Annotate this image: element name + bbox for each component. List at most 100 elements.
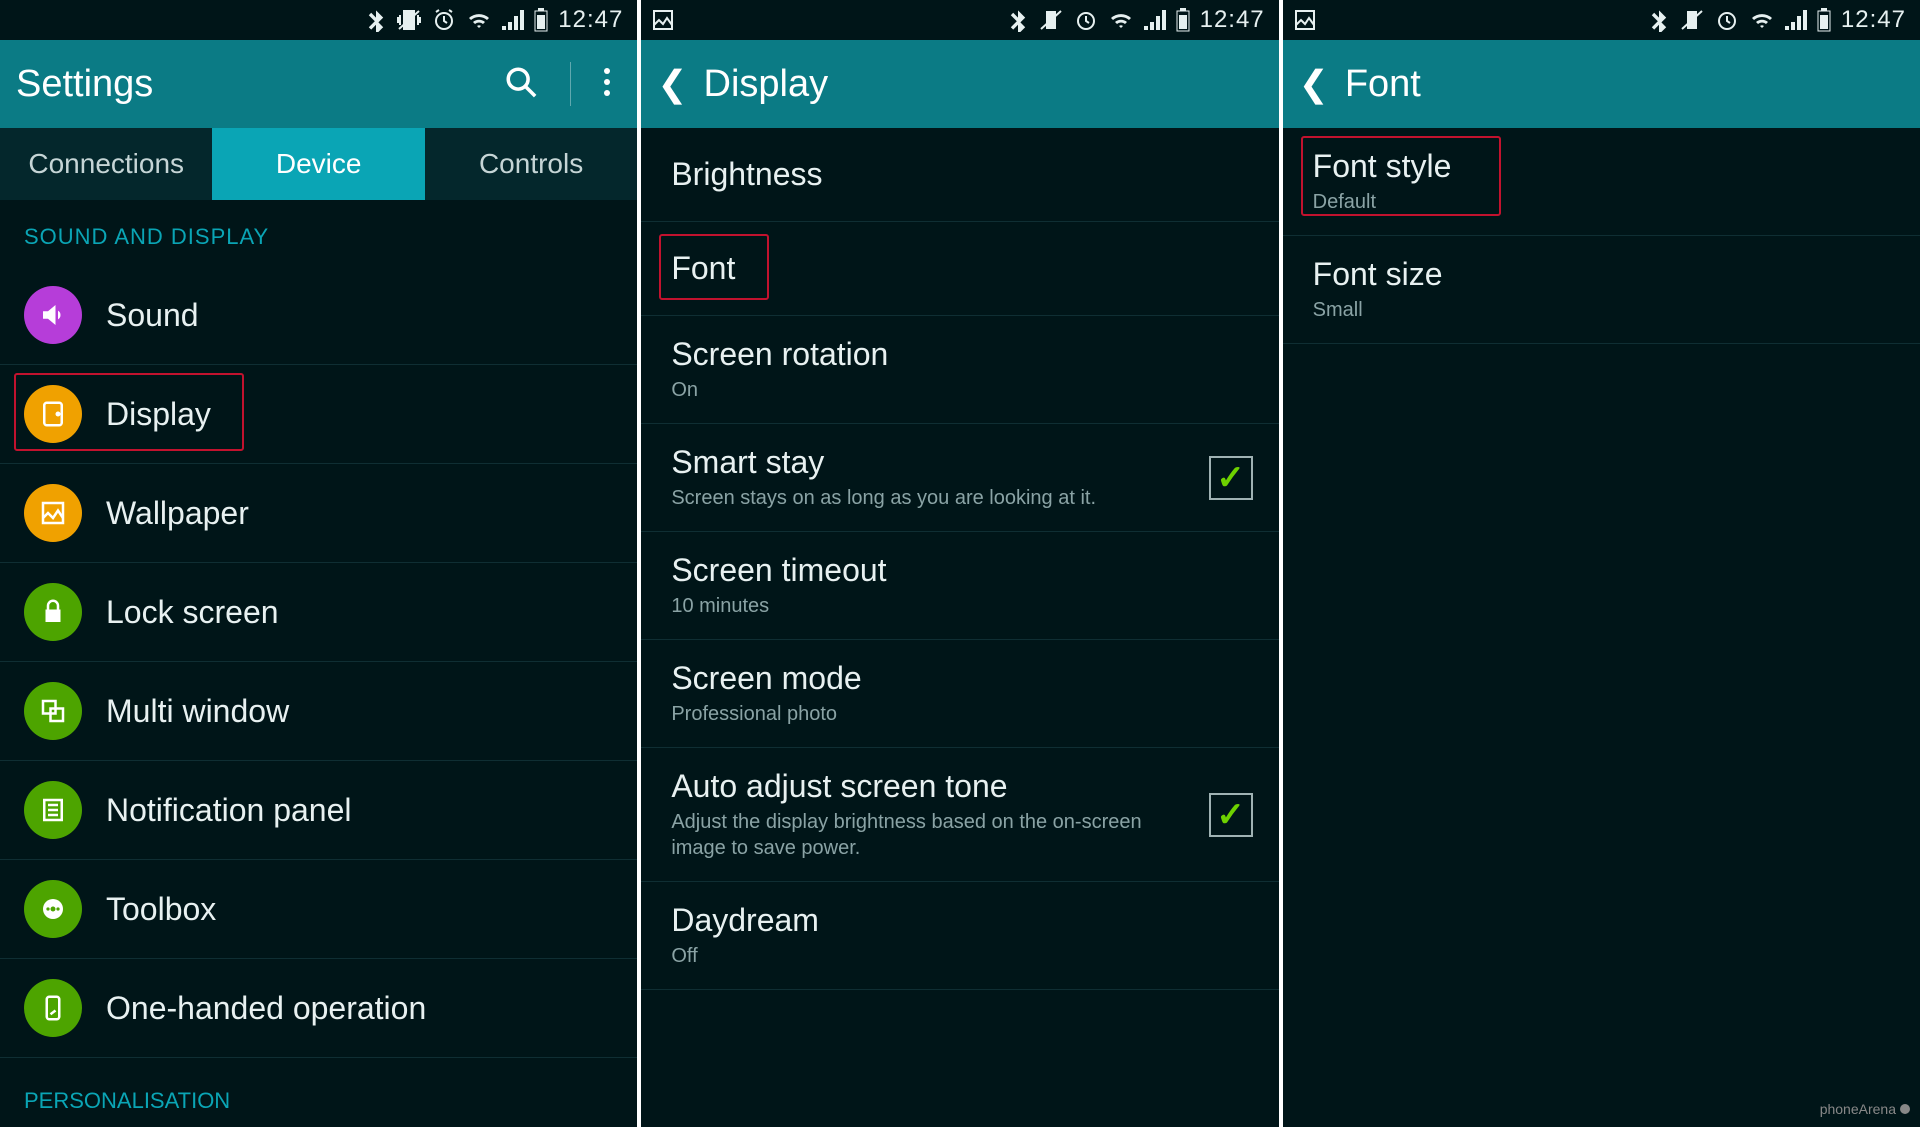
lock-icon (24, 583, 82, 641)
row-label: Daydream (671, 902, 1258, 939)
vibrate-icon (396, 9, 422, 31)
row-label: Font (671, 250, 1258, 287)
row-sub: Small (1313, 297, 1900, 323)
row-label: Lock screen (106, 594, 617, 631)
checkbox-smart-stay[interactable]: ✓ (1209, 456, 1253, 500)
screen-font: 12:47 ❮ Font Font style Default Font siz… (1283, 0, 1920, 1127)
screen-display: 12:47 ❮ Display Brightness Font Screen r… (641, 0, 1278, 1127)
row-multi-window[interactable]: Multi window (0, 662, 637, 761)
back-button[interactable]: ❮ Font (1299, 63, 1421, 106)
row-label: Screen mode (671, 660, 1258, 697)
row-toolbox[interactable]: Toolbox (0, 860, 637, 959)
status-clock: 12:47 (558, 6, 623, 34)
bluetooth-icon (1008, 8, 1028, 32)
toolbox-icon (24, 880, 82, 938)
vibrate-icon (1038, 9, 1064, 31)
row-sub: Adjust the display brightness based on t… (671, 809, 1184, 861)
back-button[interactable]: ❮ Display (657, 63, 828, 106)
tab-controls[interactable]: Controls (425, 128, 637, 200)
row-label: Brightness (671, 156, 1258, 193)
alarm-icon (1715, 8, 1739, 32)
signal-icon (502, 10, 524, 30)
chevron-left-icon: ❮ (657, 63, 687, 105)
row-font[interactable]: Font (641, 222, 1278, 316)
multiwindow-icon (24, 682, 82, 740)
status-clock: 12:47 (1841, 6, 1906, 34)
display-list: Brightness Font Screen rotation On Smart… (641, 128, 1278, 990)
row-wallpaper[interactable]: Wallpaper (0, 464, 637, 563)
notification-icon (24, 781, 82, 839)
search-icon[interactable] (494, 65, 548, 104)
row-label: Screen timeout (671, 552, 1258, 589)
gallery-icon (1293, 8, 1317, 32)
row-sub: Default (1313, 189, 1900, 215)
watermark-dot-icon (1900, 1104, 1910, 1114)
row-screen-rotation[interactable]: Screen rotation On (641, 316, 1278, 424)
onehand-icon (24, 979, 82, 1037)
row-notification-panel[interactable]: Notification panel (0, 761, 637, 860)
row-brightness[interactable]: Brightness (641, 128, 1278, 222)
row-sub: Screen stays on as long as you are looki… (671, 485, 1184, 511)
appbar-settings: Settings (0, 40, 637, 128)
status-clock: 12:47 (1200, 6, 1265, 34)
page-title: Settings (16, 63, 476, 106)
appbar-font: ❮ Font (1283, 40, 1920, 128)
row-screen-timeout[interactable]: Screen timeout 10 minutes (641, 532, 1278, 640)
wifi-icon (1108, 10, 1134, 30)
row-font-size[interactable]: Font size Small (1283, 236, 1920, 344)
row-sound[interactable]: Sound (0, 266, 637, 365)
row-label: Smart stay (671, 444, 1184, 481)
vibrate-icon (1679, 9, 1705, 31)
tab-connections[interactable]: Connections (0, 128, 212, 200)
alarm-icon (432, 8, 456, 32)
appbar-display: ❮ Display (641, 40, 1278, 128)
battery-icon (534, 8, 548, 32)
page-title: Display (704, 63, 829, 106)
row-label: Sound (106, 297, 617, 334)
page-title: Font (1345, 63, 1421, 106)
gallery-icon (651, 8, 675, 32)
battery-icon (1176, 8, 1190, 32)
bluetooth-icon (1649, 8, 1669, 32)
checkbox-auto-adjust[interactable]: ✓ (1209, 793, 1253, 837)
status-bar: 12:47 (0, 0, 637, 40)
row-display[interactable]: Display (0, 365, 637, 464)
signal-icon (1144, 10, 1166, 30)
row-auto-adjust-tone[interactable]: Auto adjust screen tone Adjust the displ… (641, 748, 1278, 882)
wifi-icon (466, 10, 492, 30)
row-label: Font size (1313, 256, 1900, 293)
screen-settings: 12:47 Settings Connections Device Contro… (0, 0, 637, 1127)
alarm-icon (1074, 8, 1098, 32)
wallpaper-icon (24, 484, 82, 542)
font-list: Font style Default Font size Small (1283, 128, 1920, 344)
row-label: Notification panel (106, 792, 617, 829)
battery-icon (1817, 8, 1831, 32)
row-label: Auto adjust screen tone (671, 768, 1184, 805)
row-daydream[interactable]: Daydream Off (641, 882, 1278, 990)
row-label: Wallpaper (106, 495, 617, 532)
section-header-personalisation: PERSONALISATION (0, 1058, 637, 1120)
overflow-menu-icon[interactable] (593, 67, 621, 102)
section-header-sound-display: SOUND AND DISPLAY (0, 200, 637, 266)
row-sub: Off (671, 943, 1258, 969)
row-smart-stay[interactable]: Smart stay Screen stays on as long as yo… (641, 424, 1278, 532)
row-screen-mode[interactable]: Screen mode Professional photo (641, 640, 1278, 748)
row-lock-screen[interactable]: Lock screen (0, 563, 637, 662)
row-label: Display (106, 396, 617, 433)
row-label: Font style (1313, 148, 1900, 185)
tab-device[interactable]: Device (212, 128, 424, 200)
chevron-left-icon: ❮ (1299, 63, 1329, 105)
bluetooth-icon (366, 8, 386, 32)
row-one-handed[interactable]: One-handed operation (0, 959, 637, 1058)
row-font-style[interactable]: Font style Default (1283, 128, 1920, 236)
appbar-divider (570, 62, 571, 106)
wifi-icon (1749, 10, 1775, 30)
row-sub: On (671, 377, 1258, 403)
watermark: phoneArena (1820, 1101, 1910, 1117)
status-bar: 12:47 (1283, 0, 1920, 40)
sound-icon (24, 286, 82, 344)
row-sub: Professional photo (671, 701, 1258, 727)
watermark-text: phoneArena (1820, 1101, 1896, 1117)
row-label: One-handed operation (106, 990, 617, 1027)
settings-list: Sound Display Wallpaper Lock screen Mult… (0, 266, 637, 1058)
